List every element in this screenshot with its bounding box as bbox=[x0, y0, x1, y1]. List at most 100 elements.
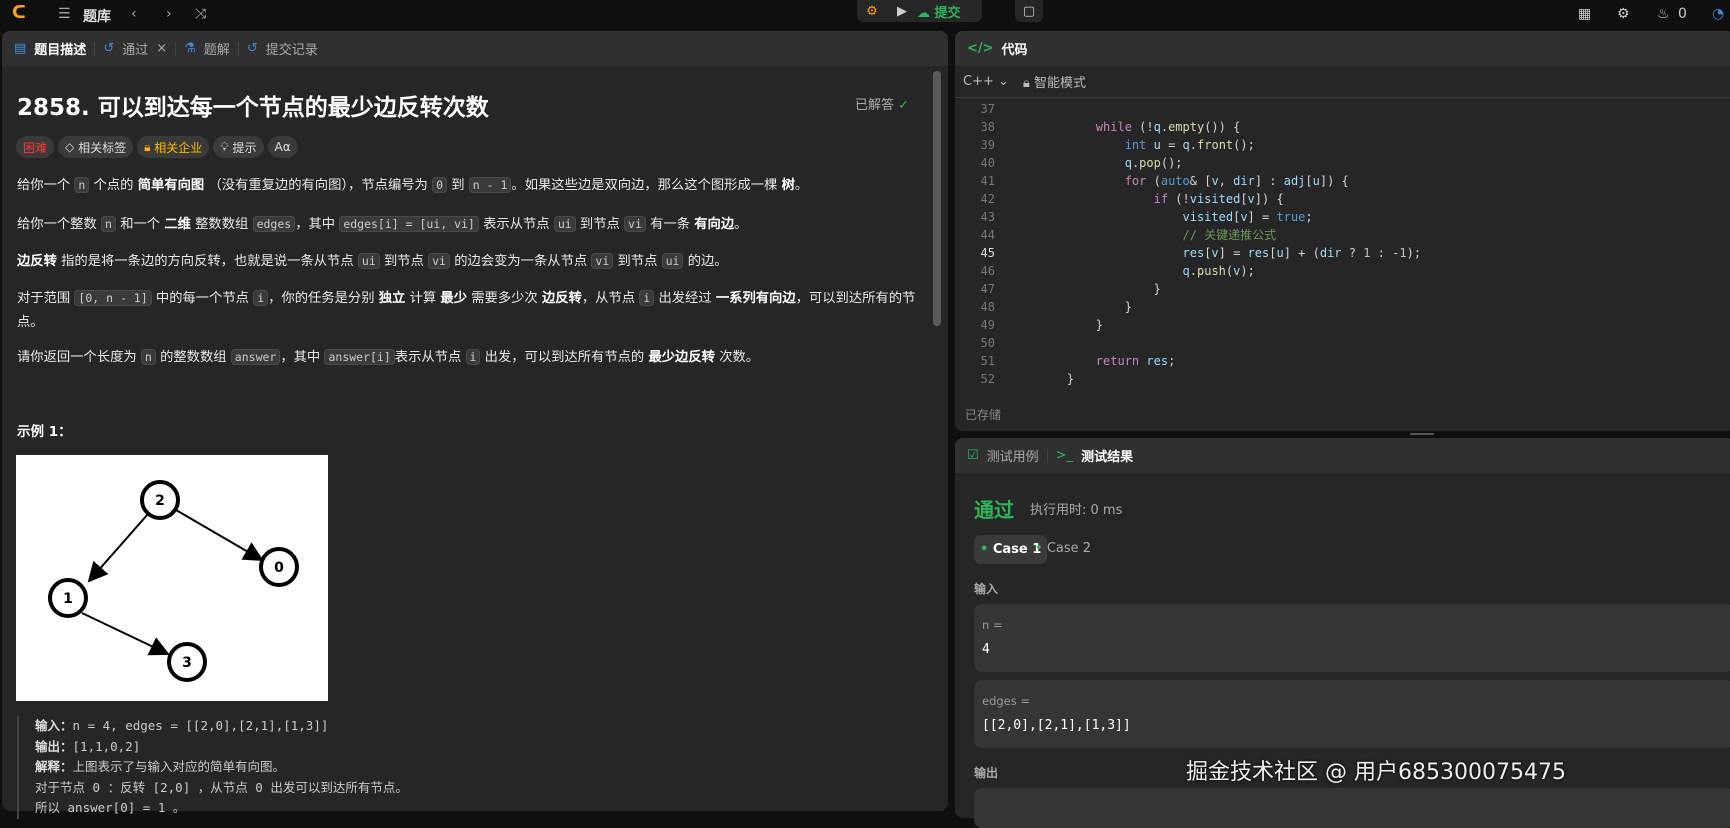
description-paragraph: 对于范围 [0, n - 1] 中的每一个节点 i ，你的任务是分别 独立 计算 … bbox=[17, 290, 916, 330]
code-token: pop bbox=[1139, 156, 1161, 170]
pass-dot-icon: • bbox=[1035, 541, 1047, 556]
code-token: ()) { bbox=[1204, 120, 1241, 134]
input-edges-box: edges = [[2,0],[2,1],[1,3]] bbox=[974, 680, 1730, 748]
code-token: visited bbox=[1182, 210, 1234, 224]
tab-submissions[interactable]: 提交记录 bbox=[266, 39, 318, 58]
example-output: [1,1,0,2] bbox=[72, 738, 141, 754]
language-select[interactable]: C++ ⌄ bbox=[963, 74, 1009, 89]
description-icon: ▤ bbox=[14, 41, 27, 56]
font-size-button[interactable]: Aα bbox=[267, 136, 298, 158]
example-explanation-line: 所以 answer[0] = 1 。 bbox=[35, 800, 186, 815]
problem-list-icon[interactable]: ☰ bbox=[58, 6, 71, 22]
code-area[interactable]: 37 38 while (!q.empty()) {39 int u = q.fr… bbox=[955, 100, 1730, 400]
code-text: q.push(v); bbox=[1038, 262, 1255, 280]
tag-icon: ◇ bbox=[65, 140, 79, 154]
result-status: 通过 bbox=[974, 498, 1014, 522]
line-number: 44 bbox=[980, 228, 995, 242]
leetcode-logo-icon[interactable]: ᑕ bbox=[12, 3, 26, 23]
fire-count: 0 bbox=[1678, 6, 1687, 22]
code-token: push bbox=[1196, 264, 1226, 278]
related-tags-label: 相关标签 bbox=[78, 140, 127, 155]
output-box bbox=[974, 788, 1730, 828]
code-token: v bbox=[1211, 174, 1219, 188]
code-token: true bbox=[1276, 210, 1306, 224]
output-label: 输出 bbox=[974, 766, 999, 780]
settings-gear-icon[interactable]: ⚙ bbox=[1617, 6, 1630, 22]
code-token: q bbox=[1182, 264, 1190, 278]
line-number: 41 bbox=[980, 174, 995, 188]
code-token: v bbox=[1240, 210, 1248, 224]
code-token: [ bbox=[1240, 192, 1248, 206]
code-text: return res; bbox=[1038, 352, 1176, 370]
related-tags-button[interactable]: ◇ 相关标签 bbox=[58, 136, 134, 158]
code-text: } bbox=[1038, 280, 1161, 298]
close-tab-icon[interactable]: × bbox=[156, 41, 167, 56]
lightbulb-icon: 💡︎ bbox=[220, 139, 233, 154]
result-tabs: ☑ 测试用例 >_ 测试结果 bbox=[955, 438, 1730, 473]
description-paragraph: 给你一个 n 个点的 简单有向图 （没有重复边的有向图），节点编号为 0 到 n… bbox=[17, 177, 809, 193]
next-problem-icon[interactable]: › bbox=[166, 6, 172, 22]
scrollbar[interactable] bbox=[933, 71, 941, 326]
companies-button[interactable]: 🔒︎ 相关企业 bbox=[137, 136, 210, 158]
code-text: res[v] = res[u] + (dir ? 1 : -1); bbox=[1038, 244, 1422, 262]
line-number: 42 bbox=[980, 192, 995, 206]
problem-bank-link[interactable]: 题库 bbox=[83, 6, 111, 26]
code-token: (! bbox=[1168, 192, 1190, 206]
case-label: Case 2 bbox=[1046, 541, 1092, 556]
mode-indicator[interactable]: 🔒︎ 智能模式 bbox=[1023, 72, 1086, 91]
input-value: [[2,0],[2,1],[1,3]] bbox=[982, 718, 1131, 733]
check-circle-icon: ✓ bbox=[898, 98, 910, 113]
line-number: 38 bbox=[980, 120, 995, 134]
shuffle-icon[interactable]: ⤨ bbox=[195, 6, 206, 22]
example-input: n = 4, edges = [[2,0],[2,1],[1,3]] bbox=[72, 718, 329, 733]
example-block: 输入：n = 4, edges = [[2,0],[2,1],[1,3]] 输出… bbox=[17, 716, 408, 819]
fire-icon: ♨ bbox=[1657, 6, 1670, 22]
run-button[interactable]: ▶ bbox=[887, 4, 917, 19]
code-token: ); bbox=[1240, 264, 1255, 278]
code-token: q bbox=[1124, 156, 1132, 170]
tab-accepted[interactable]: 通过 bbox=[122, 39, 148, 58]
code-token: // 关键递推公式 bbox=[1182, 228, 1277, 242]
code-token: } bbox=[1066, 372, 1075, 386]
code-token: } bbox=[1095, 318, 1104, 332]
language-label: C++ bbox=[963, 74, 994, 89]
code-token: : - bbox=[1370, 246, 1400, 260]
editor-header: </> 代码 bbox=[955, 31, 1730, 66]
note-icon: ▢ bbox=[1022, 3, 1036, 19]
code-token: . bbox=[1189, 138, 1198, 152]
description-paragraph: 给你一个整数 n 和一个 二维 整数数组 edges ，其中 edges[i] =… bbox=[17, 216, 748, 232]
layout-icon[interactable]: ▦ bbox=[1578, 6, 1591, 22]
submit-button[interactable]: ☁ 提交 bbox=[917, 2, 961, 21]
tab-testcase[interactable]: 测试用例 bbox=[987, 446, 1039, 465]
line-number: 46 bbox=[980, 264, 995, 278]
code-text: } bbox=[1038, 370, 1074, 388]
code-token: ]) { bbox=[1319, 174, 1349, 188]
code-token: (); bbox=[1160, 156, 1183, 170]
code-text: if (!visited[v]) { bbox=[1038, 190, 1284, 208]
timer-icon[interactable]: ◔ bbox=[1712, 6, 1724, 22]
tab-description[interactable]: 题目描述 bbox=[34, 39, 86, 58]
code-token: . bbox=[1160, 120, 1169, 134]
example-explanation-line: 对于节点 0 ：反转 [2,0] ，从节点 0 出发可以到达所有节点。 bbox=[35, 779, 408, 795]
case-2-tab[interactable]: • Case 2 bbox=[1035, 541, 1091, 556]
code-token: dir bbox=[1233, 174, 1255, 188]
resize-handle[interactable] bbox=[1410, 433, 1434, 435]
prev-problem-icon[interactable]: ‹ bbox=[131, 6, 137, 22]
notes-button[interactable]: ▢ bbox=[1015, 0, 1043, 22]
hint-button[interactable]: 💡︎ 提示 bbox=[213, 136, 264, 158]
code-text: visited[v] = true; bbox=[1038, 208, 1313, 226]
code-token: ]) { bbox=[1254, 192, 1284, 206]
tab-solutions[interactable]: 题解 bbox=[204, 39, 230, 58]
example-heading: 示例 1： bbox=[17, 424, 72, 440]
tab-test-result[interactable]: 测试结果 bbox=[1081, 446, 1133, 465]
description-tabs: ▤ 题目描述 ↺ 通过 × ⚗ 题解 ↺ 提交记录 bbox=[2, 31, 948, 66]
example-explanation: 上图表示了与输入对应的简单有向图。 bbox=[72, 759, 286, 774]
debug-icon[interactable]: ⚙ bbox=[857, 4, 887, 19]
